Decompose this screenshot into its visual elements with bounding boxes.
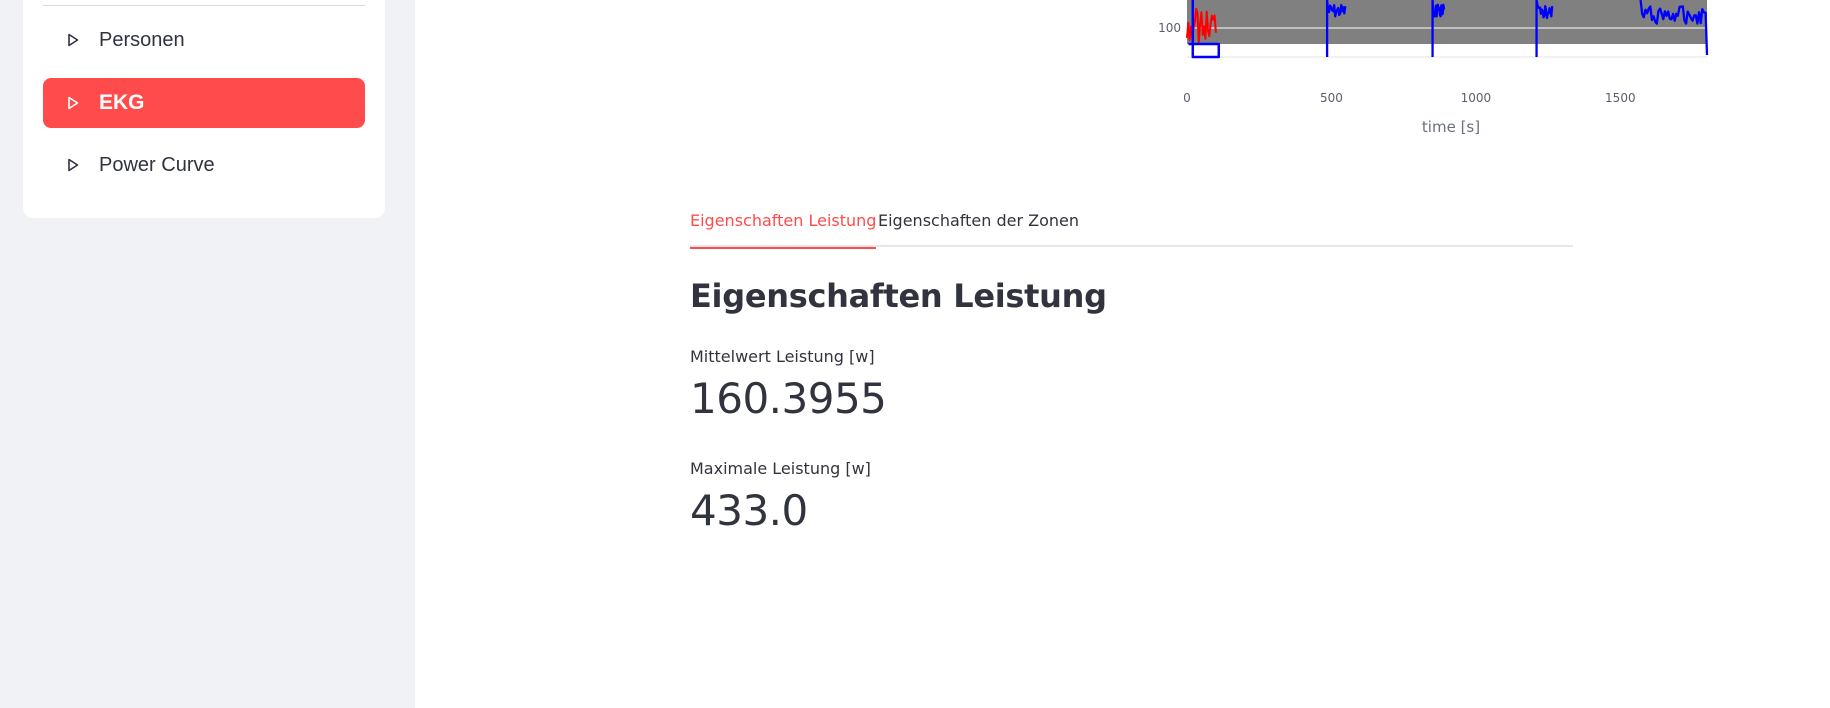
x-ticks: 0 500 1000 1500 <box>1183 91 1635 105</box>
tab-eigenschaften-der-zonen[interactable]: Eigenschaften der Zonen <box>878 205 1079 247</box>
metric-label-maximale: Maximale Leistung [w] <box>690 459 871 478</box>
nav-item-label: EKG <box>99 91 145 114</box>
nav-divider <box>43 5 365 6</box>
play-triangle-icon <box>67 157 81 173</box>
x-tick-label: 1000 <box>1461 91 1492 105</box>
x-tick-label: 0 <box>1183 91 1191 105</box>
tab-bar: Eigenschaften Leistung Eigenschaften der… <box>690 205 1573 249</box>
power-heart-rate-chart[interactable]: 100 0 0 500 1000 1500 time [s] <box>715 0 1728 150</box>
nav-item-ekg[interactable]: EKG <box>43 78 365 128</box>
tab-eigenschaften-leistung[interactable]: Eigenschaften Leistung <box>690 205 877 249</box>
nav-item-label: Power Curve <box>99 153 215 176</box>
metric-value-maximale: 433.0 <box>690 486 808 535</box>
plot-area <box>1187 0 1707 44</box>
sidebar: Personen EKG Power Curve <box>0 0 415 708</box>
x-tick-label: 1500 <box>1605 91 1636 105</box>
nav-item-power-curve[interactable]: Power Curve <box>43 140 365 190</box>
x-axis-title: time [s] <box>1422 118 1480 136</box>
metric-label-mittelwert: Mittelwert Leistung [w] <box>690 347 875 366</box>
main-content: 100 0 0 500 1000 1500 time [s] Eigenschafte… <box>415 0 1830 708</box>
x-tick-label: 500 <box>1320 91 1343 105</box>
nav-item-personen[interactable]: Personen <box>43 15 365 65</box>
y-tick-label-left: 100 <box>1158 21 1181 35</box>
metric-value-mittelwert: 160.3955 <box>690 374 887 423</box>
chart-svg: 100 0 0 500 1000 1500 time [s] <box>1158 0 1728 136</box>
nav-item-label: Personen <box>99 28 185 51</box>
play-triangle-icon <box>67 32 81 48</box>
section-title: Eigenschaften Leistung <box>690 277 1107 315</box>
play-triangle-icon <box>67 95 81 111</box>
navigation-menu: Personen EKG Power Curve <box>23 0 385 218</box>
